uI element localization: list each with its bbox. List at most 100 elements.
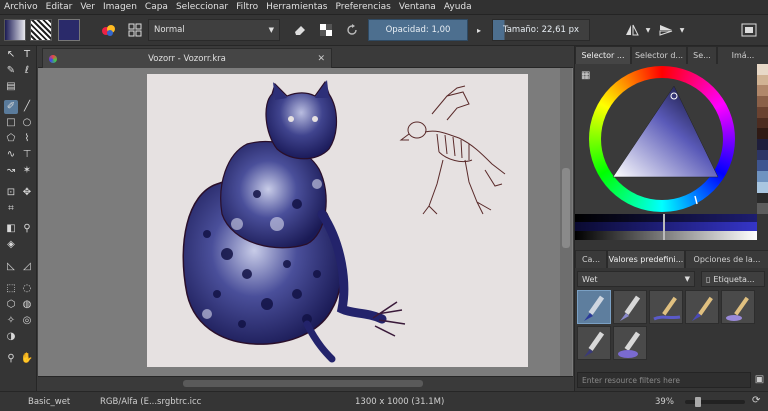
menu-archivo[interactable]: Archivo bbox=[0, 2, 42, 12]
brush-preset-wet-6[interactable] bbox=[577, 326, 611, 360]
transform-icon[interactable]: ⊡ bbox=[4, 186, 18, 200]
lightness-slider[interactable] bbox=[575, 231, 757, 240]
palette-swatch[interactable] bbox=[757, 149, 768, 161]
palette-swatch[interactable] bbox=[757, 117, 768, 129]
document-tab[interactable]: Vozorr - Vozorr.kra ✕ bbox=[42, 48, 332, 68]
zoom-slider-handle[interactable] bbox=[695, 397, 701, 407]
tag-button[interactable]: ▯ Etiqueta... bbox=[701, 271, 765, 287]
palette-swatch[interactable] bbox=[757, 128, 768, 140]
polyline-icon[interactable]: ⌇ bbox=[20, 132, 34, 146]
palette-swatch[interactable] bbox=[757, 171, 768, 182]
eyedropper-icon[interactable]: ⚲ bbox=[20, 222, 34, 236]
assistant-tool-icon[interactable]: ◿ bbox=[20, 260, 34, 274]
saturation-slider[interactable] bbox=[575, 222, 757, 231]
palette-swatch[interactable] bbox=[757, 203, 768, 215]
color-sliders-strip[interactable] bbox=[575, 214, 757, 240]
menu-preferencias[interactable]: Preferencias bbox=[331, 2, 394, 12]
tab-tool-options[interactable]: Opciones de la... bbox=[685, 250, 768, 268]
alpha-lock-icon[interactable] bbox=[316, 19, 336, 41]
mirror-horizontal-icon[interactable] bbox=[622, 19, 642, 41]
tab-capas[interactable]: Ca... bbox=[575, 250, 607, 268]
menu-capa[interactable]: Capa bbox=[141, 2, 172, 12]
gradient-selector[interactable] bbox=[4, 19, 26, 41]
size-slider[interactable]: Tamaño: 22,61 px bbox=[492, 19, 590, 41]
presets-grid-icon[interactable] bbox=[124, 19, 146, 41]
menu-imagen[interactable]: Imagen bbox=[99, 2, 141, 12]
edit-shapes-icon[interactable]: ✎ bbox=[4, 64, 18, 78]
vertical-scroll-thumb[interactable] bbox=[562, 168, 570, 248]
brush-preset-wet-3[interactable] bbox=[649, 290, 683, 324]
brush-preset-wet-4[interactable] bbox=[685, 290, 719, 324]
save-icon[interactable]: ▣ bbox=[753, 373, 766, 386]
zoom-slider[interactable] bbox=[685, 397, 745, 407]
menu-editar[interactable]: Editar bbox=[42, 2, 77, 12]
horizontal-scroll-thumb[interactable] bbox=[183, 380, 423, 387]
color-wheel[interactable] bbox=[575, 64, 757, 214]
resource-filter-input[interactable]: Enter resource filters here bbox=[577, 372, 751, 388]
brush-preset-wet-2[interactable] bbox=[613, 290, 647, 324]
ellipse-icon[interactable]: ○ bbox=[20, 116, 34, 130]
menu-ventana[interactable]: Ventana bbox=[395, 2, 440, 12]
horizontal-scrollbar[interactable] bbox=[38, 376, 573, 390]
palette-swatch[interactable] bbox=[757, 160, 768, 172]
blend-mode-select[interactable]: Normal ▼ bbox=[148, 19, 280, 41]
foreground-background-color[interactable] bbox=[58, 19, 80, 41]
tab-brush-presets[interactable]: Valores predefini... bbox=[607, 250, 685, 268]
value-slider[interactable] bbox=[575, 214, 757, 222]
chevron-down-icon[interactable]: ▼ bbox=[678, 19, 686, 41]
zoom-icon[interactable]: ⚲ bbox=[4, 352, 18, 366]
assistant-icon[interactable]: ⊤ bbox=[20, 148, 34, 162]
tab-images[interactable]: Imá... bbox=[717, 46, 768, 64]
palette-swatch[interactable] bbox=[757, 106, 768, 118]
vertical-scrollbar[interactable] bbox=[560, 68, 572, 376]
palette-swatch[interactable] bbox=[757, 85, 768, 97]
polygon-select-icon[interactable]: ⬡ bbox=[4, 298, 18, 312]
move-icon[interactable]: ✥ bbox=[20, 186, 34, 200]
menu-filtro[interactable]: Filtro bbox=[232, 2, 262, 12]
rotate-canvas-icon[interactable]: ⟳ bbox=[752, 395, 760, 406]
rect-select-icon[interactable]: ⬚ bbox=[4, 282, 18, 296]
gradient-fill-icon[interactable]: ◧ bbox=[4, 222, 18, 236]
line-icon[interactable]: ╱ bbox=[20, 100, 34, 114]
palette-swatch[interactable] bbox=[757, 74, 768, 86]
chevron-down-icon[interactable]: ▼ bbox=[644, 19, 652, 41]
measure-icon[interactable]: ◺ bbox=[4, 260, 18, 274]
brush-preset-wet-7[interactable] bbox=[613, 326, 647, 360]
tab-se[interactable]: Se... bbox=[687, 46, 717, 64]
opacity-slider[interactable]: Opacidad: 1,00 bbox=[368, 19, 468, 41]
dynamic-brush-icon[interactable]: ↝ bbox=[4, 164, 18, 178]
menu-herramientas[interactable]: Herramientas bbox=[262, 2, 331, 12]
preset-tag-select[interactable]: Wet ▼ bbox=[577, 271, 695, 287]
text-icon[interactable]: T bbox=[20, 48, 34, 62]
ellipse-select-icon[interactable]: ◌ bbox=[20, 282, 34, 296]
rectangle-icon[interactable]: □ bbox=[4, 116, 18, 130]
canvas-image[interactable] bbox=[147, 74, 528, 367]
brush-preset-basic-wet[interactable] bbox=[577, 290, 611, 324]
multibrush-icon[interactable]: ✶ bbox=[20, 164, 34, 178]
fill-icon[interactable]: ◈ bbox=[4, 238, 18, 252]
crop-icon[interactable]: ⌗ bbox=[4, 202, 18, 216]
wrap-around-icon[interactable] bbox=[738, 19, 760, 41]
tab-selector-advanced[interactable]: Selector ... bbox=[575, 46, 631, 64]
mirror-vertical-icon[interactable] bbox=[656, 19, 676, 41]
slider-step-icon[interactable]: ▸ bbox=[470, 19, 488, 41]
tab-selector-digital[interactable]: Selector d... bbox=[631, 46, 687, 64]
magic-wand-icon[interactable]: ✧ bbox=[4, 314, 18, 328]
palette-swatch[interactable] bbox=[757, 181, 768, 193]
palette-swatch[interactable] bbox=[757, 64, 768, 75]
polygon-icon[interactable]: ⬠ bbox=[4, 132, 18, 146]
palette-swatch[interactable] bbox=[757, 192, 768, 204]
pan-icon[interactable]: ✋ bbox=[20, 352, 34, 366]
close-icon[interactable]: ✕ bbox=[317, 54, 325, 64]
slider-handle[interactable] bbox=[663, 214, 665, 240]
calligraphy-icon[interactable]: ℓ bbox=[20, 64, 34, 78]
bezier-icon[interactable]: ∿ bbox=[4, 148, 18, 162]
menu-ver[interactable]: Ver bbox=[76, 2, 99, 12]
menu-seleccionar[interactable]: Seleccionar bbox=[172, 2, 232, 12]
menu-ayuda[interactable]: Ayuda bbox=[440, 2, 476, 12]
brush-preset-wet-5[interactable] bbox=[721, 290, 755, 324]
pattern-selector[interactable] bbox=[30, 19, 52, 41]
palette-swatch[interactable] bbox=[757, 139, 768, 150]
reload-preset-icon[interactable] bbox=[342, 19, 362, 41]
color-select-icon[interactable]: ◎ bbox=[20, 314, 34, 328]
